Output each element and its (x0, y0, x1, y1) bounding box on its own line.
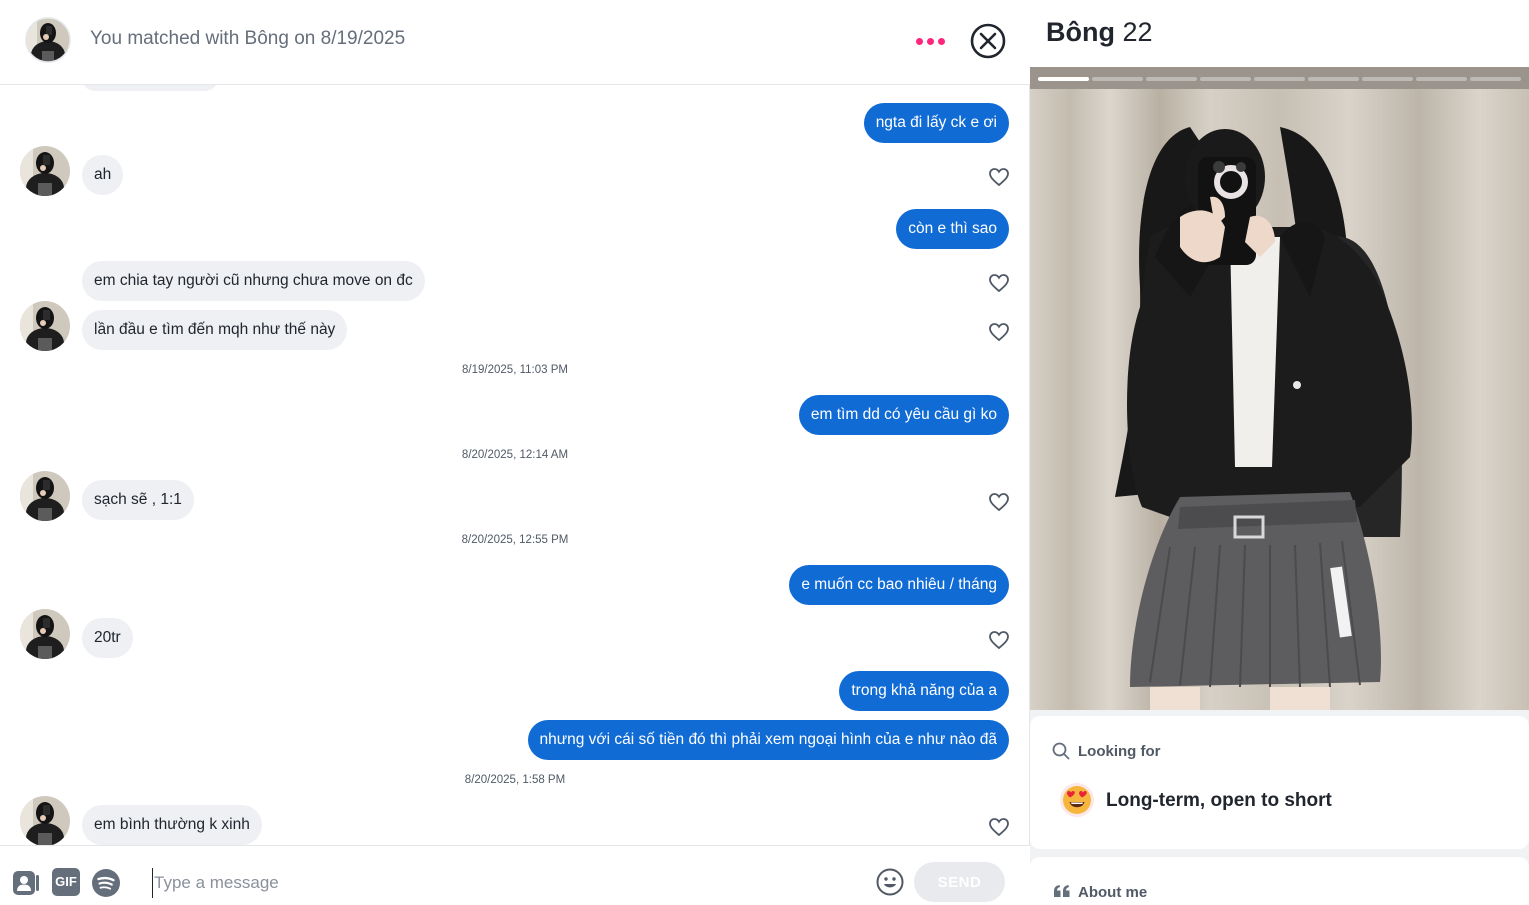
photo-progress-segment[interactable] (1308, 77, 1359, 81)
profile-pane: Bông 22 Looking for Long-term, open to s… (1030, 0, 1529, 905)
heart-eyes-emoji-icon (1060, 783, 1094, 817)
previous-message-bubble (82, 85, 218, 91)
match-avatar-small[interactable] (20, 609, 70, 659)
like-heart-icon[interactable] (988, 322, 1010, 342)
photo-progress-segment[interactable] (1038, 77, 1089, 81)
photo-progress-segment[interactable] (1146, 77, 1197, 81)
profile-photo-image (1030, 67, 1529, 710)
match-avatar-small[interactable] (20, 301, 70, 351)
match-avatar-small[interactable] (20, 146, 70, 196)
like-heart-icon[interactable] (988, 817, 1010, 837)
profile-header: Bông 22 (1030, 0, 1529, 67)
message-list[interactable]: ngta đi lấy ck e ơi ah còn e thì sao em … (0, 85, 1030, 845)
sent-message: em tìm dd có yêu cầu gì ko (798, 395, 1009, 435)
message-timestamp: 8/20/2025, 12:55 PM (461, 534, 569, 546)
message-timestamp: 8/19/2025, 11:03 PM (462, 364, 568, 376)
profile-name: Bông (1046, 17, 1115, 47)
spotify-icon[interactable] (91, 868, 121, 898)
like-heart-icon[interactable] (988, 167, 1010, 187)
photo-progress-segment[interactable] (1092, 77, 1143, 81)
chat-pane: You matched with Bông on 8/19/2025 ngta … (0, 0, 1030, 905)
like-heart-icon[interactable] (988, 273, 1010, 293)
profile-name-age: Bông 22 (1046, 17, 1153, 48)
received-message: em bình thường k xinh (82, 805, 262, 845)
received-message: lần đầu e tìm đến mqh như thế này (82, 310, 348, 350)
received-message: em chia tay người cũ nhưng chưa move on … (82, 261, 425, 301)
photo-progress-segment[interactable] (1416, 77, 1467, 81)
gif-button[interactable]: GIF (52, 868, 80, 896)
like-heart-icon[interactable] (988, 492, 1010, 512)
match-avatar[interactable] (25, 17, 71, 63)
message-timestamp: 8/20/2025, 12:14 AM (461, 449, 569, 461)
emoji-picker-icon[interactable] (876, 868, 904, 896)
looking-for-label: Looking for (1078, 743, 1161, 760)
photo-progress-bar (1038, 77, 1521, 81)
match-date-text: You matched with Bông on 8/19/2025 (90, 28, 406, 49)
profile-age: 22 (1122, 17, 1153, 47)
search-icon (1052, 742, 1070, 760)
looking-for-card: Looking for Long-term, open to short (1030, 716, 1529, 849)
close-chat-button[interactable] (970, 23, 1006, 59)
message-input[interactable] (152, 868, 852, 898)
photo-progress-segment[interactable] (1362, 77, 1413, 81)
match-avatar-small[interactable] (20, 796, 70, 845)
like-heart-icon[interactable] (988, 630, 1010, 650)
message-composer: GIF SEND (0, 845, 1030, 905)
more-options-button[interactable] (916, 38, 945, 45)
quote-icon (1054, 885, 1070, 897)
received-message: ah (82, 155, 124, 195)
photo-progress-segment[interactable] (1200, 77, 1251, 81)
sent-message: nhưng với cái số tiền đó thì phải xem ng… (527, 720, 1009, 760)
dot (927, 38, 934, 45)
message-timestamp: 8/20/2025, 1:58 PM (464, 774, 566, 786)
contact-card-icon[interactable] (11, 868, 41, 898)
sent-message: e muốn cc bao nhiêu / tháng (789, 565, 1009, 605)
sent-message: ngta đi lấy ck e ơi (863, 103, 1009, 143)
match-avatar-small[interactable] (20, 471, 70, 521)
sent-message: trong khả năng của a (839, 671, 1009, 711)
about-me-card: About me (1030, 857, 1529, 905)
sent-message: còn e thì sao (896, 209, 1009, 249)
send-button[interactable]: SEND (914, 862, 1005, 902)
received-message: 20tr (82, 618, 133, 658)
dot (938, 38, 945, 45)
profile-photo[interactable] (1030, 67, 1529, 710)
photo-progress-segment[interactable] (1254, 77, 1305, 81)
chat-header: You matched with Bông on 8/19/2025 (0, 0, 1030, 85)
dot (916, 38, 923, 45)
app: You matched with Bông on 8/19/2025 ngta … (0, 0, 1529, 905)
looking-for-value: Long-term, open to short (1106, 790, 1332, 811)
received-message: sạch sẽ , 1:1 (82, 480, 194, 520)
photo-progress-segment[interactable] (1470, 77, 1521, 81)
about-me-label: About me (1078, 884, 1148, 901)
